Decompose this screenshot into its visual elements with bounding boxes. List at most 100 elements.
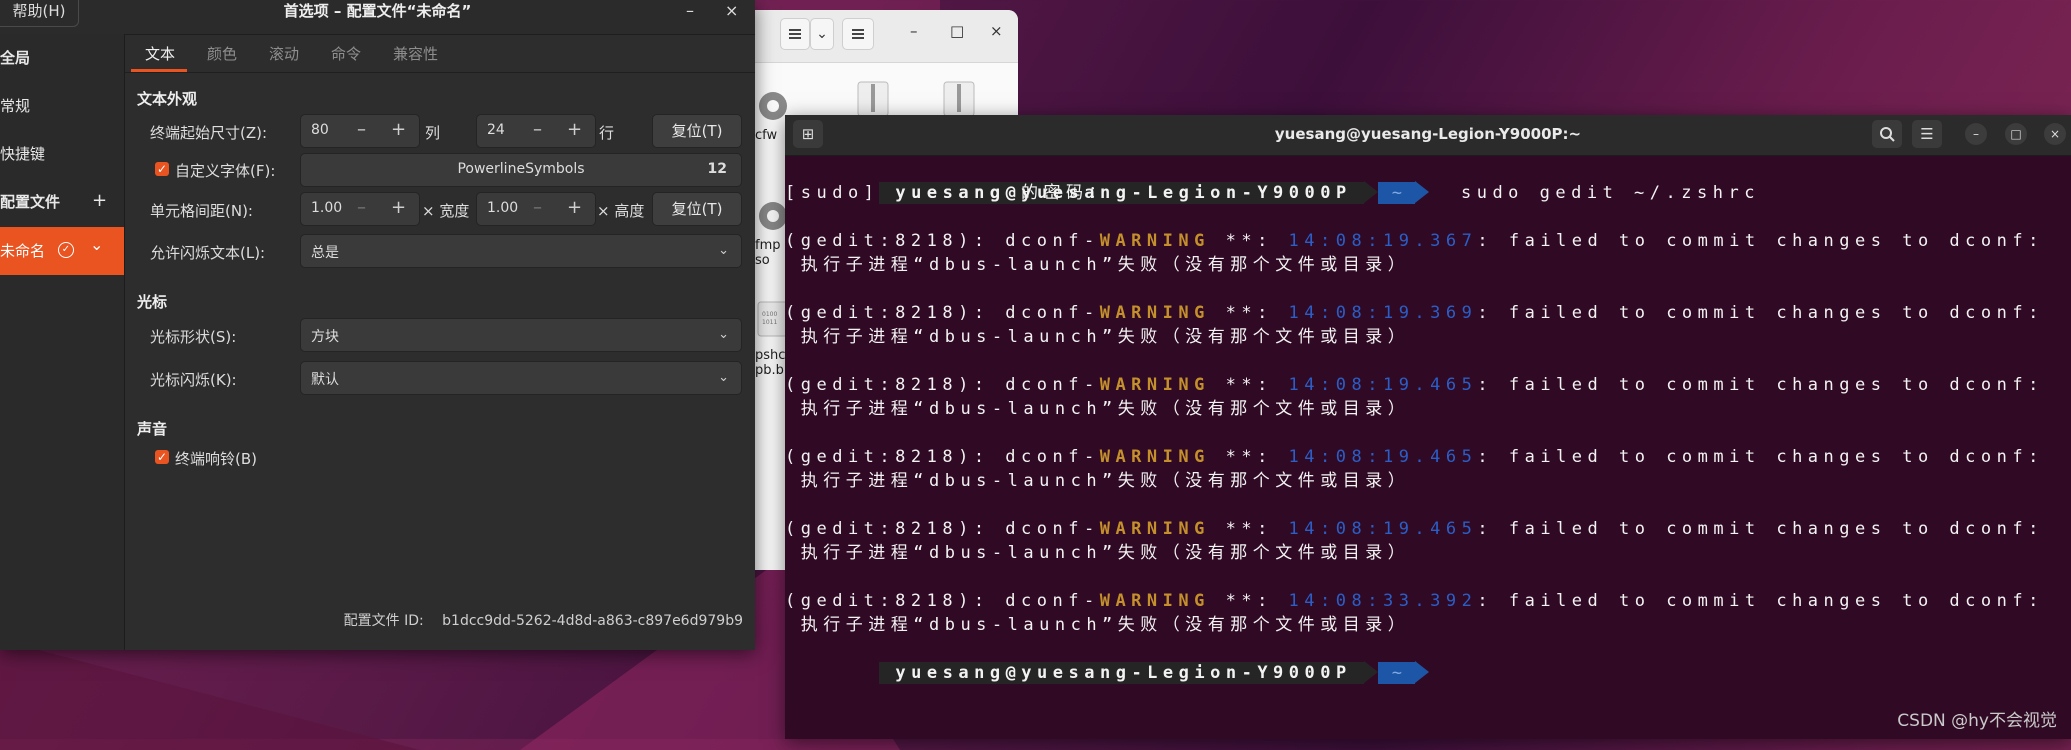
preferences-sidebar: 全局 常规 快捷键 配置文件 + 未命名 ✓ ⌄	[0, 34, 125, 650]
reset-spacing-button[interactable]: 复位(T)	[652, 192, 742, 226]
reset-size-button[interactable]: 复位(T)	[652, 114, 742, 148]
cursor-blink-value: 默认	[311, 372, 339, 388]
tab-command[interactable]: 命令	[331, 43, 361, 64]
error-detail-line: 执行子进程“dbus-launch”失败（没有那个文件或目录）	[785, 471, 1411, 491]
cursor-blink-dropdown[interactable]: 默认 ⌄	[300, 361, 742, 395]
files-minimize-button[interactable]: –	[910, 22, 918, 40]
width-spinner[interactable]: 1.00 – +	[300, 192, 420, 226]
list-icon	[789, 29, 801, 39]
profile-id-label: 配置文件 ID:	[343, 613, 424, 629]
window-title: 首选项 – 配置文件“未命名”	[283, 2, 472, 20]
active-tab-indicator	[131, 69, 187, 72]
warning-line: (gedit:8218): dconf-WARNING **: 14:08:33…	[785, 591, 2044, 611]
command-text: sudo gedit ~/.zshrc	[1460, 183, 1760, 203]
sidebar-item-profile-unnamed[interactable]: 未命名 ✓ ⌄	[0, 227, 124, 275]
width-value: 1.00	[311, 200, 343, 216]
rows-unit: 行	[599, 124, 615, 142]
width-label: × 宽度	[422, 202, 470, 220]
cursor-shape-value: 方块	[311, 329, 339, 345]
prompt-user: yuesang@yuesang-Legion-Y9000P	[879, 662, 1364, 684]
terminal-bell-label: 终端响铃(B)	[175, 450, 257, 468]
terminal-minimize-button[interactable]: –	[1965, 123, 1987, 145]
prompt-line: yuesang@yuesang-Legion-Y9000P ~ sudo gedi…	[785, 157, 1760, 204]
rows-spinner[interactable]: 24 – +	[476, 114, 596, 148]
terminal-maximize-button[interactable]: □	[2005, 123, 2027, 145]
increment-button[interactable]: +	[567, 197, 582, 218]
prompt-dir: ~	[1377, 182, 1416, 204]
watermark: CSDN @hy不会视觉	[1897, 711, 2057, 731]
columns-unit: 列	[425, 124, 441, 142]
menu-button[interactable]	[842, 18, 874, 50]
terminal-bell-checkbox[interactable]: ✓	[155, 450, 169, 464]
error-detail-line: 执行子进程“dbus-launch”失败（没有那个文件或目录）	[785, 255, 1411, 275]
svg-text:0100: 0100	[762, 311, 777, 318]
terminal-window: ⊞ yuesang@yuesang-Legion-Y9000P:~ ☰ – □ …	[785, 115, 2071, 739]
decrement-button[interactable]: –	[533, 119, 542, 140]
blink-text-dropdown[interactable]: 总是 ⌄	[300, 234, 742, 268]
terminal-output[interactable]: yuesang@yuesang-Legion-Y9000P ~ sudo gedi…	[785, 156, 2071, 739]
chevron-down-icon: ⌄	[718, 243, 729, 258]
wallpaper-facet	[0, 640, 420, 750]
tab-text[interactable]: 文本	[145, 43, 175, 64]
preferences-titlebar: 帮助(H) 首选项 – 配置文件“未命名” – ×	[0, 0, 755, 35]
sound-heading: 声音	[137, 420, 168, 438]
error-detail-line: 执行子进程“dbus-launch”失败（没有那个文件或目录）	[785, 399, 1411, 419]
minimize-button[interactable]: –	[686, 0, 694, 22]
decrement-button[interactable]: –	[357, 119, 366, 140]
sidebar-item-shortcuts[interactable]: 快捷键	[0, 130, 124, 178]
prompt-dir: ~	[1377, 662, 1416, 684]
terminal-close-button[interactable]: ×	[2044, 123, 2066, 145]
chevron-down-icon: ⌄	[718, 370, 729, 385]
warning-line: (gedit:8218): dconf-WARNING **: 14:08:19…	[785, 375, 2044, 395]
cursor-shape-label: 光标形状(S):	[150, 328, 237, 346]
tab-scrolling[interactable]: 滚动	[269, 43, 299, 64]
svg-text:1011: 1011	[762, 319, 777, 326]
tab-compatibility[interactable]: 兼容性	[393, 43, 438, 64]
increment-button[interactable]: +	[391, 197, 406, 218]
error-detail-line: 执行子进程“dbus-launch”失败（没有那个文件或目录）	[785, 543, 1411, 563]
custom-font-label: 自定义字体(F):	[175, 162, 276, 180]
chevron-down-icon: ⌄	[816, 26, 828, 42]
increment-button[interactable]: +	[567, 119, 582, 140]
decrement-button[interactable]: –	[533, 197, 542, 218]
cell-spacing-label: 单元格间距(N):	[150, 202, 253, 220]
terminal-menu-button[interactable]: ☰	[1912, 120, 1942, 148]
initial-size-label: 终端起始尺寸(Z):	[150, 124, 268, 142]
files-close-button[interactable]: ×	[990, 22, 1003, 40]
file-label: fmp so	[755, 238, 781, 268]
custom-font-checkbox[interactable]: ✓	[155, 162, 169, 176]
hamburger-icon: ☰	[1920, 125, 1934, 143]
view-options-button[interactable]: ⌄	[810, 18, 834, 50]
search-button[interactable]	[1872, 120, 1902, 148]
rows-value: 24	[487, 122, 505, 138]
cursor-blink-label: 光标闪烁(K):	[150, 371, 237, 389]
decrement-button[interactable]: –	[357, 197, 366, 218]
cursor-shape-dropdown[interactable]: 方块 ⌄	[300, 318, 742, 352]
sidebar-item-general[interactable]: 常规	[0, 82, 124, 130]
add-profile-button[interactable]: +	[92, 177, 107, 225]
warning-line: (gedit:8218): dconf-WARNING **: 14:08:19…	[785, 231, 2044, 251]
chevron-down-icon[interactable]: ⌄	[90, 221, 103, 269]
profile-id: 配置文件 ID: b1dcc9dd-5262-4d8d-a863-c897e6d…	[344, 610, 743, 630]
close-button[interactable]: ×	[725, 0, 738, 22]
list-view-button[interactable]	[780, 18, 810, 50]
search-icon	[1880, 127, 1895, 142]
preferences-window: 帮助(H) 首选项 – 配置文件“未命名” – × 全局 常规 快捷键 配置文件…	[0, 0, 755, 650]
tab-bar: 文本 颜色 滚动 命令 兼容性	[125, 34, 755, 73]
sidebar-item-global[interactable]: 全局	[0, 34, 124, 82]
files-maximize-button[interactable]: □	[950, 22, 964, 40]
height-spinner[interactable]: 1.00 – +	[476, 192, 596, 226]
font-chooser-button[interactable]: PowerlineSymbols 12	[300, 153, 742, 187]
profiles-label: 配置文件	[0, 193, 61, 211]
profile-id-value: b1dcc9dd-5262-4d8d-a863-c897e6d979b9	[442, 613, 743, 629]
columns-spinner[interactable]: 80 – +	[300, 114, 420, 148]
warning-line: (gedit:8218): dconf-WARNING **: 14:08:19…	[785, 303, 2044, 323]
cursor-heading: 光标	[137, 293, 168, 311]
error-detail-line: 执行子进程“dbus-launch”失败（没有那个文件或目录）	[785, 327, 1411, 347]
increment-button[interactable]: +	[391, 119, 406, 140]
blink-text-value: 总是	[311, 245, 339, 261]
sidebar-item-profiles[interactable]: 配置文件 +	[0, 178, 124, 226]
prompt-line: yuesang@yuesang-Legion-Y9000P ~	[785, 637, 1430, 684]
tab-colors[interactable]: 颜色	[207, 43, 237, 64]
default-check-icon: ✓	[58, 242, 74, 258]
